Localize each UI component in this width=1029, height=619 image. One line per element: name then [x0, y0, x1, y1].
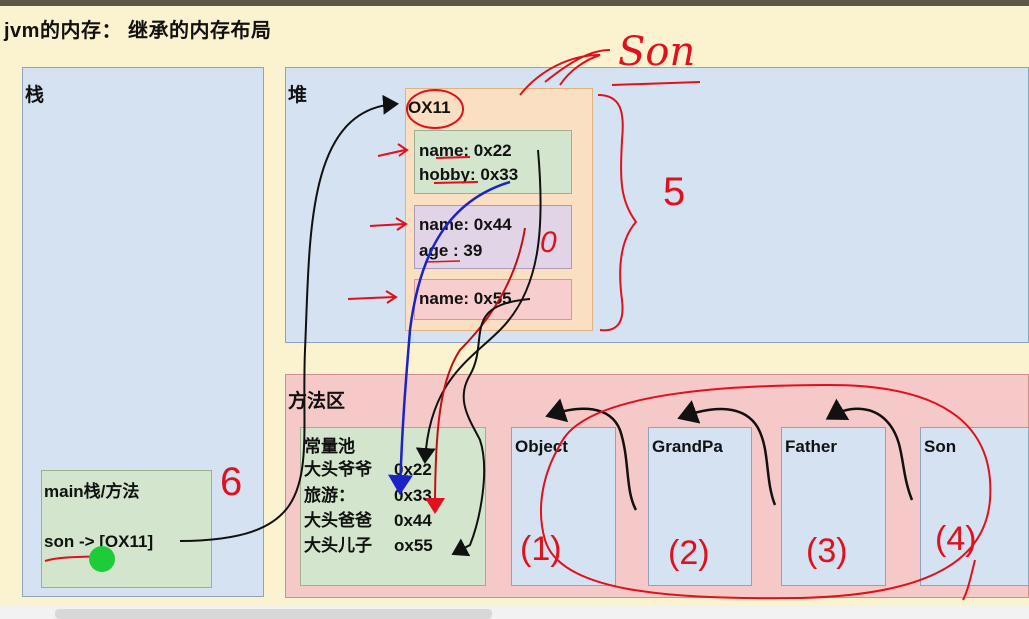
age-underline [424, 260, 461, 263]
number-six: 6 [220, 460, 243, 504]
class-number-3: (3) [806, 532, 848, 570]
address-circle [406, 89, 464, 129]
hobby-underline [433, 181, 479, 184]
son-annotation: Son [618, 29, 696, 75]
ref-arrow-son-to-heap [179, 94, 399, 542]
class-number-2: (2) [668, 534, 710, 572]
class-loop [539, 383, 992, 600]
inherit-arrow-1 [545, 398, 638, 511]
class-loop-tail [962, 559, 976, 601]
red-swoosh [519, 49, 611, 96]
number-five: 5 [663, 170, 686, 214]
red-arrow-pool [425, 227, 526, 514]
son-underline [611, 81, 701, 86]
red-arrow-1 [377, 143, 409, 157]
name-underline [435, 156, 471, 159]
red-arrow-2 [369, 217, 408, 231]
horizontal-scrollbar[interactable] [55, 609, 492, 619]
inherit-arrow-2 [677, 400, 777, 506]
class-number-1: (1) [520, 530, 562, 568]
class-number-4: (4) [935, 520, 977, 558]
inherit-arrow-3 [825, 398, 914, 501]
red-brace [597, 94, 638, 332]
number-zero: 0 [540, 226, 557, 259]
pen-annotations [44, 49, 992, 601]
black-arrow-1 [415, 149, 542, 464]
green-dot [89, 546, 115, 572]
red-arrow-3 [347, 290, 398, 304]
